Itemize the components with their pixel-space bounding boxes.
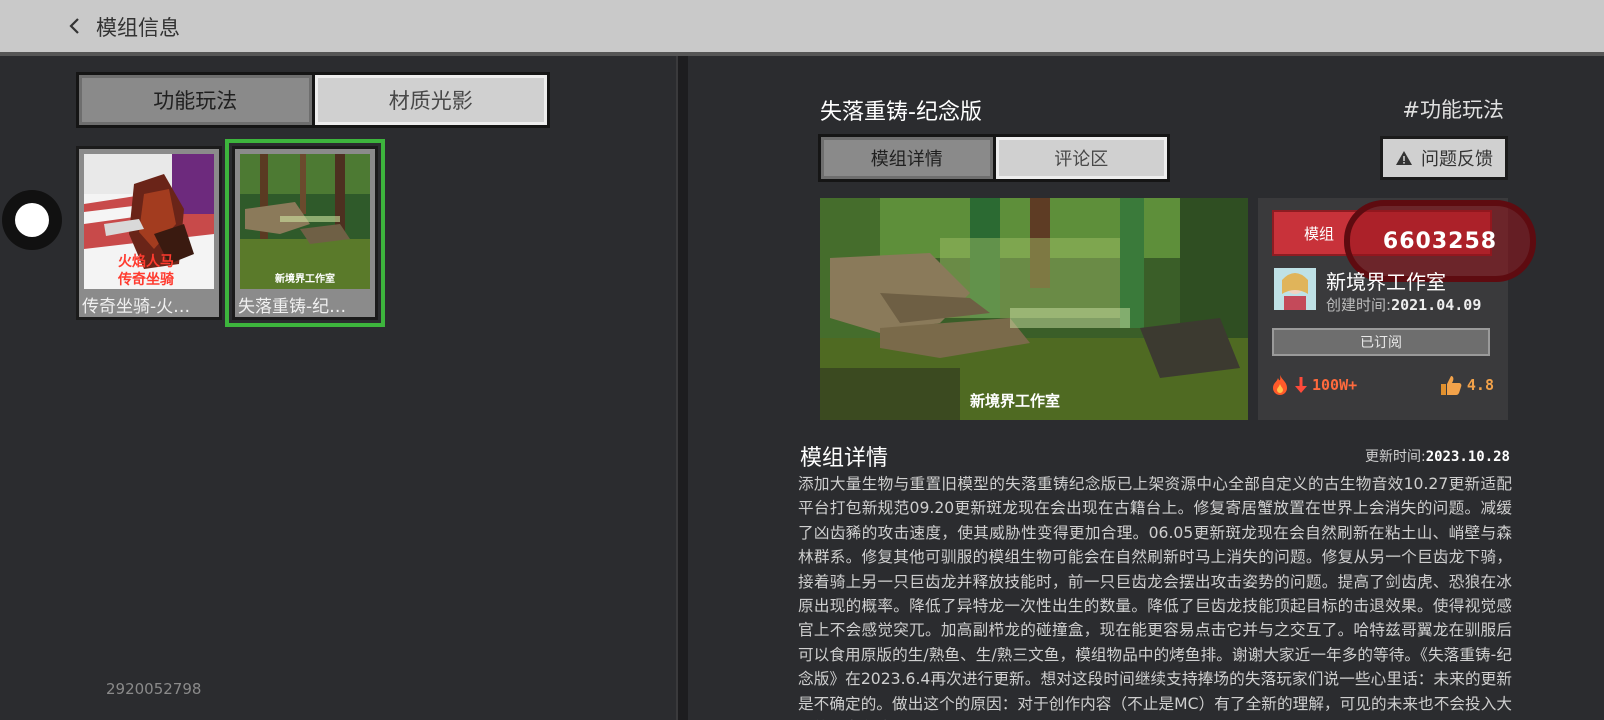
popularity-stat: 100W+ — [1270, 374, 1357, 396]
author-name[interactable]: 新境界工作室 — [1326, 266, 1446, 295]
subscribed-button[interactable]: 已订阅 — [1272, 328, 1490, 356]
popularity-value: 100W+ — [1312, 376, 1358, 394]
subscribe-button[interactable]: 模组 6603258 — [1272, 200, 1536, 282]
top-bar: 模组信息 — [0, 0, 1604, 56]
created-date: 2021.04.09 — [1391, 296, 1482, 314]
thumbnail-watermark: 新境界工作室 — [275, 272, 335, 285]
mod-info-panel: 模组 6603258 新境界工作室 创建时间:2021.04.09 已订阅 10… — [1258, 198, 1536, 420]
tab-comments[interactable]: 评论区 — [995, 137, 1167, 179]
thumbs-up-icon — [1440, 376, 1462, 395]
side-toggle-button[interactable] — [2, 190, 62, 250]
page-title: 模组信息 — [96, 16, 180, 40]
tab-mod-details[interactable]: 模组详情 — [821, 137, 993, 179]
category-tabs: 功能玩法 材质光影 — [76, 72, 550, 128]
svg-text:传奇坐骑: 传奇坐骑 — [117, 271, 174, 288]
mod-description: 添加大量生物与重置旧模型的失落重铸纪念版已上架资源中心全部自定义的古生物音效10… — [798, 475, 1512, 720]
updated-date: 2023.10.28 — [1425, 449, 1510, 465]
mod-thumbnail: 新境界工作室 — [240, 154, 370, 289]
arrow-down-icon — [1295, 377, 1307, 393]
mod-list-pane: 功能玩法 材质光影 火焰人马 传奇坐骑 传奇坐骑-火… 新境界工作室 失落重铸-… — [0, 56, 676, 720]
toggle-dot-icon — [15, 203, 49, 237]
mod-preview-image: 新境界工作室 — [820, 198, 1248, 420]
user-id: 2920052798 — [106, 680, 202, 698]
preview-watermark: 新境界工作室 — [970, 392, 1061, 410]
mod-card-name: 失落重铸-纪… — [238, 297, 347, 316]
feedback-label: 问题反馈 — [1421, 149, 1493, 170]
svg-text:火焰人马: 火焰人马 — [118, 253, 174, 270]
created-time: 创建时间:2021.04.09 — [1326, 296, 1482, 314]
subscribe-count: 6603258 — [1382, 228, 1498, 254]
mod-thumbnail: 火焰人马 传奇坐骑 — [84, 154, 214, 289]
feedback-button[interactable]: 问题反馈 — [1380, 136, 1508, 180]
rating-stat: 4.8 — [1439, 374, 1494, 396]
subscribe-label: 模组 — [1304, 224, 1335, 243]
mod-card[interactable]: 火焰人马 传奇坐骑 传奇坐骑-火… — [76, 146, 222, 320]
mod-card-name: 传奇坐骑-火… — [82, 297, 191, 316]
detail-tabs: 模组详情 评论区 — [818, 134, 1170, 182]
tab-textures-shaders[interactable]: 材质光影 — [314, 75, 547, 125]
mod-title: 失落重铸-纪念版 — [820, 100, 982, 125]
warning-icon — [1396, 151, 1412, 165]
updated-time: 更新时间:2023.10.28 — [1364, 449, 1510, 465]
tab-gameplay[interactable]: 功能玩法 — [79, 75, 312, 125]
section-title-details: 模组详情 — [800, 446, 889, 471]
rating-value: 4.8 — [1466, 376, 1494, 394]
mod-category-tag[interactable]: #功能玩法 — [1402, 94, 1504, 124]
mod-card-selected[interactable]: 新境界工作室 失落重铸-纪… — [225, 139, 385, 327]
fire-icon — [1273, 375, 1287, 395]
author-avatar[interactable] — [1274, 268, 1316, 310]
mod-detail-pane: 失落重铸-纪念版 #功能玩法 模组详情 评论区 问题反馈 新境界工作室 模组 6… — [688, 56, 1604, 720]
back-chevron-icon[interactable] — [66, 16, 84, 36]
